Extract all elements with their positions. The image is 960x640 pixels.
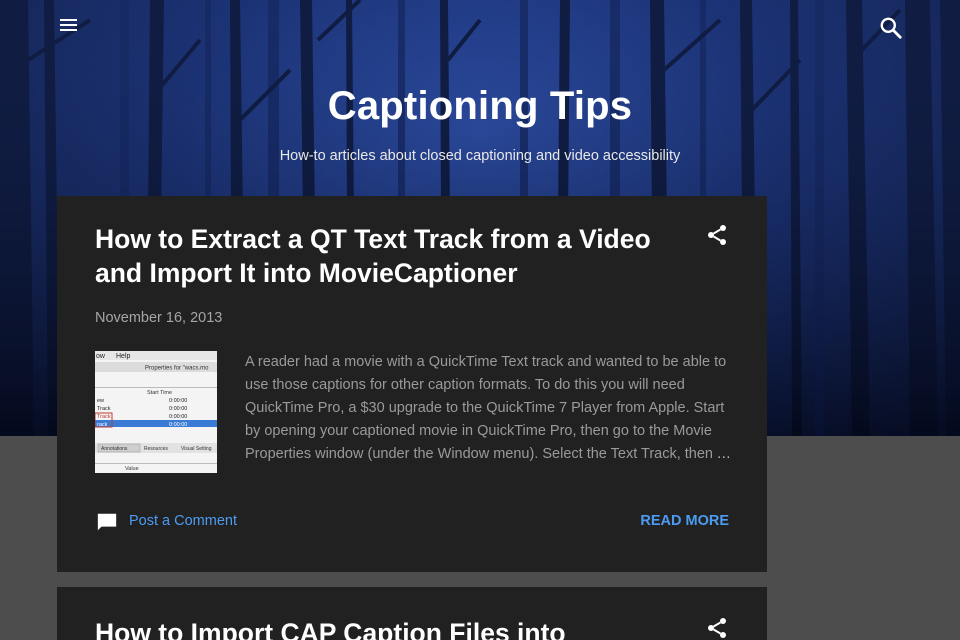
post-title[interactable]: How to Extract a QT Text Track from a Vi… [95,222,675,290]
blog-title[interactable]: Captioning Tips [0,84,960,129]
post-date: November 16, 2013 [95,310,223,326]
snippet-ellipsis: … [716,446,732,462]
thumb-row-name: rack [97,422,108,428]
post-card: How to Extract a QT Text Track from a Vi… [57,196,767,572]
thumb-row-time: 0:00:00 [169,406,187,412]
blog-description: How-to articles about closed captioning … [279,148,681,164]
menu-button[interactable] [56,12,82,38]
thumb-row-name: ew [97,398,104,404]
post-snippet-text: A reader had a movie with a QuickTime Te… [245,354,727,462]
search-button[interactable] [878,15,904,41]
share-icon [708,225,726,245]
search-icon [880,17,902,39]
thumb-row-time: 0:00:00 [169,398,187,404]
blog-page: Captioning Tips How-to articles about cl… [0,0,960,640]
thumb-row-name: Track [97,406,111,412]
thumb-column-header: Start Time [147,390,172,396]
post-thumbnail[interactable]: ow Help Properties for "wacs.mo Start Ti… [95,351,217,473]
share-button[interactable] [705,616,729,640]
thumb-value-label: Value [125,466,139,472]
share-icon [708,618,726,638]
thumb-tab: Annotations [101,446,128,452]
post-card: How to Import CAP Caption Files into [57,587,767,640]
thumbnail-screenshot-image: ow Help Properties for "wacs.mo Start Ti… [95,351,217,473]
thumb-row-time: 0:00:00 [169,422,187,428]
post-title[interactable]: How to Import CAP Caption Files into [95,616,675,640]
thumb-tab: Resources [144,446,168,452]
share-button[interactable] [705,223,729,247]
post-comment-link[interactable]: Post a Comment [129,513,237,529]
thumb-tab: Visual Setting [181,446,212,452]
thumb-row-name: Track [97,414,111,420]
read-more-link[interactable]: READ MORE [617,513,729,529]
comment-icon[interactable] [96,511,118,533]
post-snippet: A reader had a movie with a QuickTime Te… [245,351,731,466]
thumb-window-title: Properties for "wacs.mo [145,366,209,372]
thumb-row-time: 0:00:00 [169,414,187,420]
thumb-menu-window: ow [96,353,106,360]
thumb-menu-help: Help [116,353,131,360]
